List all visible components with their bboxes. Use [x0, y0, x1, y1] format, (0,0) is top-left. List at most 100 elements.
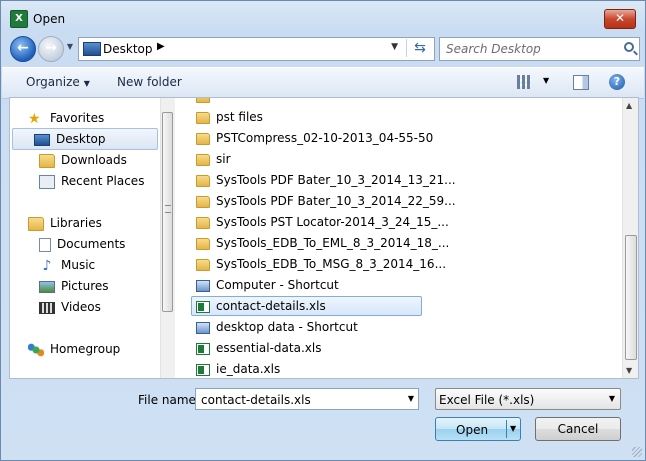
- file-list-scrollbar-thumb[interactable]: [625, 235, 637, 360]
- pictures-icon: [39, 280, 55, 293]
- list-item[interactable]: SysTools_EDB_To_EML_8_3_2014_18_...: [192, 233, 449, 253]
- file-name: SysTools PDF Bater_10_3_2014_22_59...: [216, 194, 456, 208]
- window-title: Open: [33, 12, 66, 26]
- file-type-select[interactable]: Excel File (*.xls) ▼: [435, 388, 621, 410]
- open-button-label: Open: [456, 423, 489, 437]
- forward-arrow-icon: →: [45, 40, 57, 56]
- folder-icon: [196, 98, 210, 103]
- desktop-icon: [34, 133, 50, 146]
- file-name-value: contact-details.xls: [201, 393, 311, 407]
- sidebar-item-videos[interactable]: Videos: [18, 297, 156, 317]
- computer-shortcut-icon: [196, 279, 210, 292]
- sidebar-item-documents[interactable]: Documents: [18, 234, 156, 254]
- address-dropdown-icon[interactable]: ▼: [391, 42, 398, 52]
- back-button[interactable]: ←: [10, 36, 36, 62]
- file-list-scrollbar[interactable]: ▲ ▼: [622, 98, 638, 378]
- list-item[interactable]: SysTools PST Locator-2014_3_24_15_...: [192, 212, 449, 232]
- help-icon[interactable]: ?: [609, 74, 625, 90]
- sidebar-item-music[interactable]: ♪ Music: [18, 255, 156, 275]
- sidebar-item-recent-places[interactable]: Recent Places: [18, 171, 156, 191]
- refresh-button[interactable]: ⇆: [406, 39, 433, 57]
- file-name: essential-data.xls: [216, 341, 322, 355]
- sidebar-item-label: Recent Places: [61, 174, 145, 188]
- file-name-input[interactable]: contact-details.xls ▼: [195, 388, 419, 410]
- address-bar[interactable]: Desktop ▶ ▼ ⇆: [78, 37, 435, 61]
- file-name: SysTools PDF Bater_10_3_2014_13_21...: [216, 173, 456, 187]
- list-item[interactable]: SysTools PDF Bater_10_3_2014_13_21...: [192, 170, 456, 190]
- desktop-icon: [83, 42, 101, 56]
- navigation-bar: ← → ▼ Desktop ▶ ▼ ⇆ Search Desktop: [7, 34, 640, 62]
- list-item[interactable]: Computer - Shortcut: [192, 275, 339, 295]
- sidebar-item-label: Desktop: [56, 132, 106, 146]
- organize-button[interactable]: Organize ▼: [26, 75, 90, 89]
- list-item[interactable]: ie_data.xls: [192, 359, 281, 378]
- close-button[interactable]: ✕: [604, 9, 636, 29]
- sidebar-item-label: Documents: [57, 237, 126, 251]
- file-type-value: Excel File (*.xls): [439, 393, 535, 407]
- folder-icon: [196, 237, 210, 250]
- list-item[interactable]: essential-data.xls: [192, 338, 321, 358]
- list-item[interactable]: sir: [192, 149, 231, 169]
- recent-locations-dropdown[interactable]: ▼: [65, 42, 75, 52]
- file-name: contact-details.xls: [216, 299, 326, 313]
- excel-file-icon: [196, 363, 210, 376]
- breadcrumb-desktop[interactable]: Desktop: [103, 42, 153, 56]
- sidebar-item-desktop[interactable]: Desktop: [12, 128, 158, 150]
- videos-icon: [39, 301, 55, 314]
- file-list: pst files PSTCompress_02-10-2013_04-55-5…: [174, 98, 622, 378]
- list-item[interactable]: pst files: [192, 107, 263, 127]
- folder-icon: [196, 132, 210, 145]
- sidebar-item-pictures[interactable]: Pictures: [18, 276, 156, 296]
- list-item[interactable]: SysTools PDF Bater_10_3_2014_22_59...: [192, 191, 456, 211]
- dialog-footer: File name: contact-details.xls ▼ Excel F…: [1, 379, 645, 460]
- open-dialog: X Open ✕ ← → ▼ Desktop ▶ ▼ ⇆ Search Desk…: [0, 0, 646, 461]
- cancel-button[interactable]: Cancel: [535, 417, 621, 441]
- file-name: SysTools_EDB_To_EML_8_3_2014_18_...: [216, 236, 450, 250]
- open-button[interactable]: Open ▼: [435, 417, 521, 441]
- command-bar: Organize ▼ New folder ▼ ?: [2, 67, 644, 99]
- open-options-dropdown-icon[interactable]: ▼: [510, 424, 516, 433]
- new-folder-button[interactable]: New folder: [117, 75, 182, 89]
- file-name: PSTCompress_02-10-2013_04-55-50: [216, 131, 434, 145]
- title-bar[interactable]: X Open ✕: [1, 1, 645, 31]
- excel-icon: X: [10, 10, 28, 28]
- sidebar-item-homegroup[interactable]: Homegroup: [18, 339, 156, 359]
- preview-pane-icon[interactable]: [573, 75, 589, 90]
- refresh-icon: ⇆: [414, 40, 426, 56]
- navigation-pane-scrollbar-thumb[interactable]: [162, 112, 173, 312]
- sidebar-item-downloads[interactable]: Downloads: [18, 150, 156, 170]
- list-item[interactable]: [192, 98, 216, 106]
- scroll-down-icon[interactable]: ▼: [626, 366, 632, 375]
- resize-grip-icon[interactable]: [632, 447, 642, 457]
- file-name: SysTools_EDB_To_MSG_8_3_2014_16...: [216, 257, 447, 271]
- shortcut-icon: [196, 321, 210, 334]
- file-name: SysTools PST Locator-2014_3_24_15_...: [216, 215, 449, 229]
- file-name: ie_data.xls: [216, 362, 281, 376]
- list-item-selected[interactable]: contact-details.xls: [191, 296, 422, 316]
- back-arrow-icon: ←: [17, 40, 29, 56]
- navigation-pane: ★ Favorites Desktop Downloads Recent Plac…: [10, 98, 160, 378]
- documents-icon: [39, 237, 51, 252]
- folder-icon: [196, 111, 210, 124]
- chevron-down-icon[interactable]: ▼: [408, 394, 414, 403]
- file-name: Computer - Shortcut: [216, 278, 339, 292]
- organize-label: Organize: [26, 75, 80, 89]
- scroll-up-icon[interactable]: ▲: [626, 101, 632, 110]
- list-item[interactable]: SysTools_EDB_To_MSG_8_3_2014_16...: [192, 254, 446, 274]
- file-name: desktop data - Shortcut: [216, 320, 358, 334]
- folder-icon: [196, 153, 210, 166]
- sidebar-item-favorites[interactable]: ★ Favorites: [18, 108, 156, 128]
- breadcrumb-arrow-icon[interactable]: ▶: [157, 41, 165, 52]
- search-placeholder: Search Desktop: [446, 42, 541, 56]
- forward-button[interactable]: →: [38, 36, 64, 62]
- view-options-dropdown-icon[interactable]: ▼: [543, 76, 549, 85]
- sidebar-item-libraries[interactable]: Libraries: [18, 213, 156, 233]
- list-item[interactable]: PSTCompress_02-10-2013_04-55-50: [192, 128, 433, 148]
- excel-file-icon: [196, 300, 210, 313]
- search-icon[interactable]: [624, 42, 634, 52]
- change-view-icon[interactable]: [517, 75, 531, 89]
- list-item[interactable]: desktop data - Shortcut: [192, 317, 358, 337]
- search-input[interactable]: Search Desktop: [439, 37, 640, 61]
- file-name: pst files: [216, 110, 263, 124]
- navigation-pane-scrollbar[interactable]: [160, 98, 175, 378]
